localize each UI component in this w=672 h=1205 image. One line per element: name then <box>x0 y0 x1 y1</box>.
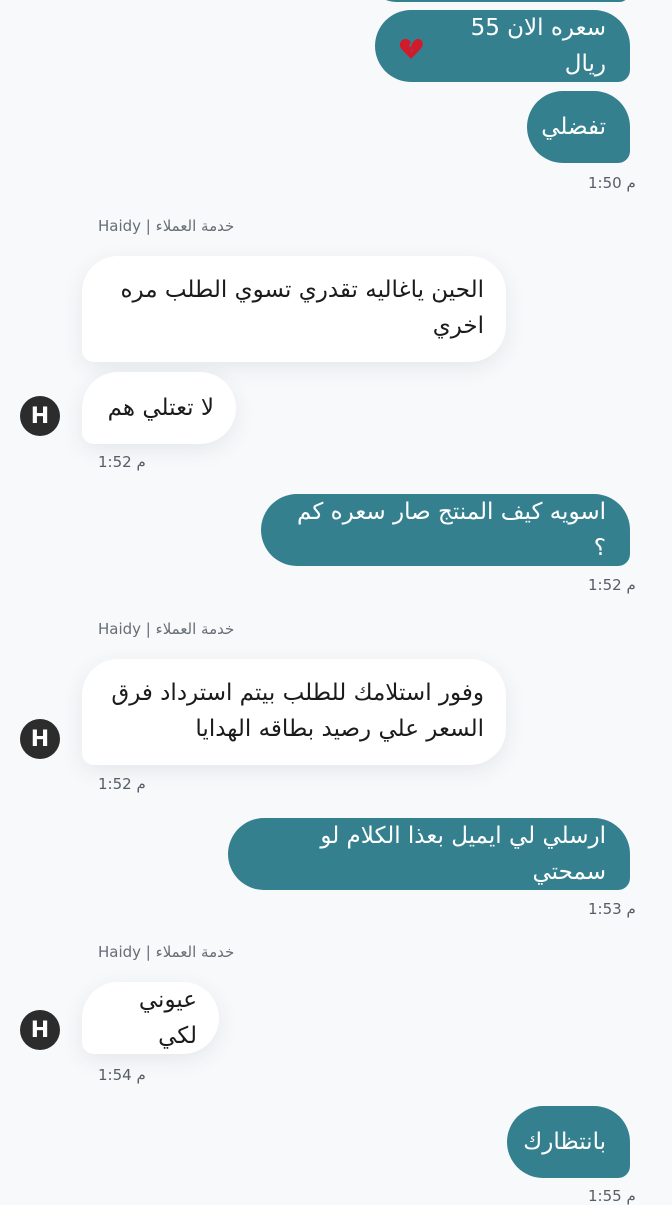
message-text: الحين ياغاليه تقدري تسوي الطلب مره اخري <box>120 277 484 339</box>
message-time: 1:50 م <box>588 174 636 192</box>
message-text: عيوني لكي <box>138 987 197 1049</box>
sender-label: Haidy | خدمة العملاء <box>98 943 235 961</box>
message-time: 1:52 م <box>588 576 636 594</box>
broken-heart-icon <box>399 35 423 59</box>
message-time: 1:53 م <box>588 900 636 918</box>
message-text: تفضلي <box>541 114 606 140</box>
outgoing-message: سعره الان 55 ريال <box>375 10 630 82</box>
message-time: 1:55 م <box>588 1187 636 1205</box>
outgoing-message: ارسلي لي ايميل بعذا الكلام لو سمحتي <box>228 818 630 890</box>
incoming-message: عيوني لكي <box>82 982 219 1054</box>
incoming-message: لا تعتلي هم <box>82 372 236 444</box>
incoming-message: الحين ياغاليه تقدري تسوي الطلب مره اخري <box>82 256 506 362</box>
message-time: 1:52 م <box>98 453 146 471</box>
outgoing-message: تفضلي <box>527 91 630 163</box>
agent-avatar: H <box>20 1010 60 1050</box>
incoming-message: وفور استلامك للطلب بيتم استرداد فرق السع… <box>82 659 506 765</box>
message-time: 1:52 م <box>98 775 146 793</box>
outgoing-message: اسويه كيف المنتج صار سعره كم ؟ <box>261 494 630 566</box>
message-text: سعره الان 55 ريال <box>470 15 606 77</box>
message-text: اسويه كيف المنتج صار سعره كم ؟ <box>297 499 606 561</box>
sender-label: Haidy | خدمة العملاء <box>98 620 235 638</box>
message-text: بانتظارك <box>523 1129 606 1155</box>
outgoing-bubble-partial <box>365 0 630 2</box>
agent-avatar: H <box>20 396 60 436</box>
message-text: وفور استلامك للطلب بيتم استرداد فرق السع… <box>111 680 484 742</box>
agent-avatar: H <box>20 719 60 759</box>
message-text: لا تعتلي هم <box>107 395 214 421</box>
message-text: ارسلي لي ايميل بعذا الكلام لو سمحتي <box>320 823 606 885</box>
message-time: 1:54 م <box>98 1066 146 1084</box>
outgoing-message: بانتظارك <box>507 1106 630 1178</box>
sender-label: Haidy | خدمة العملاء <box>98 217 235 235</box>
